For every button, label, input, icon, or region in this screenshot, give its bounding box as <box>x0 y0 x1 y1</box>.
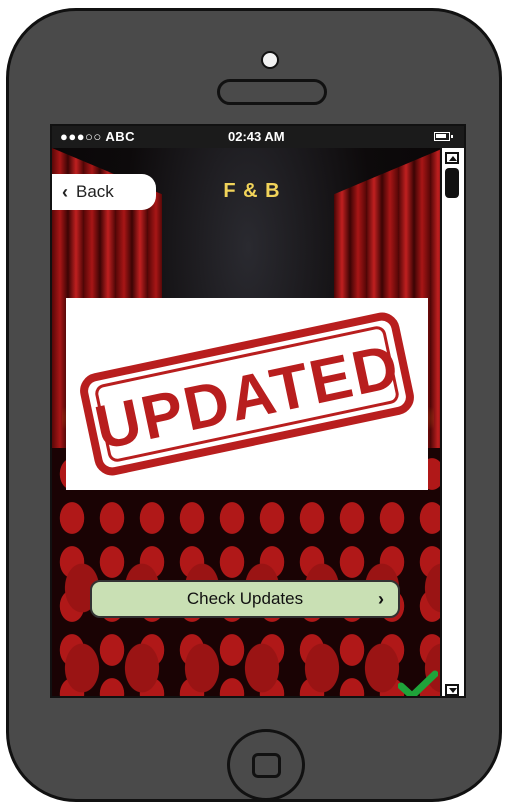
check-updates-button[interactable]: Check Updates › <box>90 580 400 618</box>
page-title: F & B <box>223 180 281 202</box>
chevron-right-icon: › <box>378 589 384 609</box>
updated-stamp: UPDATED <box>80 312 414 476</box>
speaker-slot <box>217 79 327 105</box>
scrollbar[interactable] <box>440 148 464 696</box>
phone-screen: ●●●○○ ABC 02:43 AM ‹ Back F & B UPDATED … <box>50 124 466 698</box>
home-square-icon <box>252 753 281 778</box>
status-bar: ●●●○○ ABC 02:43 AM <box>52 126 464 148</box>
updated-stamp-image: UPDATED <box>66 298 428 490</box>
battery-icon <box>434 132 453 141</box>
check-updates-label: Check Updates <box>186 589 304 608</box>
camera-dot <box>261 51 279 69</box>
checkmark-icon[interactable] <box>398 670 438 698</box>
status-time: 02:43 AM <box>228 129 285 144</box>
scroll-thumb[interactable] <box>445 168 459 198</box>
carrier-label: ●●●○○ ABC <box>60 129 136 144</box>
back-button[interactable]: ‹ Back <box>52 174 156 210</box>
seats-front <box>52 548 444 696</box>
cinema-background: ‹ Back F & B UPDATED Check Updates › <box>52 148 444 698</box>
scroll-up-icon[interactable] <box>445 152 459 164</box>
back-label: Back <box>76 182 114 201</box>
home-button[interactable] <box>227 729 305 801</box>
scroll-down-icon[interactable] <box>445 684 459 696</box>
chevron-left-icon: ‹ <box>62 181 68 202</box>
